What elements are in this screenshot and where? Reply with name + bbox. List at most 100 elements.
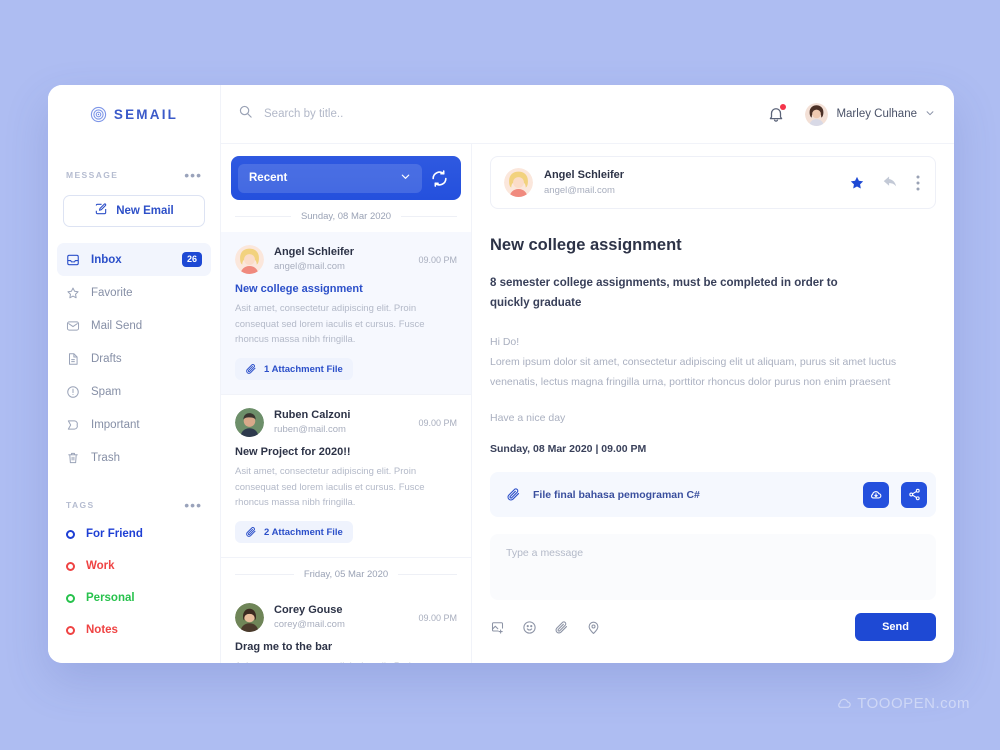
tag-label: Personal [86, 592, 135, 604]
sidebar-item-important[interactable]: Important [57, 408, 211, 441]
tag-list: For Friend Work Personal Notes [48, 518, 220, 646]
user-menu[interactable]: Marley Culhane [805, 102, 935, 126]
watermark-text: TOOOPEN.com [857, 695, 970, 712]
tag-item-notes[interactable]: Notes [57, 614, 211, 646]
ellipsis-icon[interactable]: ••• [184, 168, 202, 182]
notification-dot [780, 104, 787, 110]
sidebar-item-favorite[interactable]: Favorite [57, 276, 211, 309]
attachment-chip[interactable]: 1 Attachment File [235, 358, 353, 381]
sender-email: ruben@mail.com [274, 424, 346, 436]
tag-dot-icon [66, 625, 75, 635]
email-attachment-row: File final bahasa pemograman C# [490, 472, 936, 518]
sidebar: SEMAIL MESSAGE ••• New Email Inbox 26 Fa… [48, 85, 221, 663]
sender-email: angel@mail.com [544, 184, 615, 196]
list-item[interactable]: Ruben Calzoni ruben@mail.com 09.00 PM Ne… [221, 395, 471, 559]
list-item-sender: Ruben Calzoni ruben@mail.com [274, 408, 408, 436]
date-label: Friday, 05 Mar 2020 [303, 568, 389, 580]
chevron-down-icon [925, 105, 935, 123]
list-item-time: 09.00 PM [418, 254, 457, 265]
search-input[interactable] [264, 108, 524, 120]
notification-bell-button[interactable] [767, 104, 787, 123]
composer-placeholder: Type a message [506, 547, 584, 560]
inbox-badge: 26 [181, 252, 202, 267]
top-bar: Marley Culhane [221, 85, 954, 144]
watermark: TOOOPEN.com [836, 695, 970, 712]
sender-email: corey@mail.com [274, 619, 345, 631]
kebab-menu-icon[interactable] [916, 175, 920, 191]
sort-select[interactable]: Recent [238, 163, 422, 193]
star-filled-icon[interactable] [849, 175, 865, 191]
list-item-preview: Asit amet, consectetur adipiscing elit. … [235, 466, 425, 509]
tag-dot-icon [66, 593, 75, 603]
sidebar-nav: Inbox 26 Favorite Mail Send Drafts Spam … [48, 243, 220, 474]
send-button[interactable]: Send [855, 613, 936, 642]
new-email-button[interactable]: New Email [63, 195, 205, 227]
tags-section-title: TAGS [66, 500, 95, 510]
list-item-sender: Corey Gouse corey@mail.com [274, 603, 408, 631]
share-icon[interactable] [901, 481, 927, 508]
cloud-icon [838, 698, 851, 708]
paperclip-icon [245, 363, 257, 375]
reply-arrow-icon[interactable] [882, 174, 899, 191]
brand-name: SEMAIL [113, 107, 179, 122]
sort-select-value: Recent [249, 172, 288, 184]
star-icon [66, 286, 80, 300]
tag-item-work[interactable]: Work [57, 550, 211, 582]
list-item[interactable]: Corey Gouse corey@mail.com 09.00 PM Drag… [221, 590, 471, 663]
email-lede: 8 semester college assignments, must be … [490, 277, 838, 310]
list-item-header: Corey Gouse corey@mail.com 09.00 PM [235, 603, 457, 633]
avatar [235, 245, 264, 274]
list-item-subject: New college assignment [235, 283, 363, 295]
tag-label: Notes [86, 624, 118, 636]
location-pin-icon[interactable] [586, 620, 601, 635]
spiral-target-icon [90, 106, 107, 123]
new-email-label: New Email [116, 205, 174, 217]
email-timestamp: Sunday, 08 Mar 2020 | 09.00 PM [490, 443, 647, 456]
ellipsis-icon[interactable]: ••• [184, 498, 202, 512]
divider [235, 573, 294, 575]
paperclip-icon[interactable] [554, 620, 569, 635]
attachment-chip[interactable]: 2 Attachment File [235, 521, 353, 544]
search-bar[interactable] [238, 104, 757, 124]
sidebar-item-label: Spam [91, 385, 122, 398]
compose-pencil-icon [94, 202, 108, 221]
main-area: Marley Culhane Recent [221, 85, 954, 663]
composer-toolbar: Send [490, 613, 936, 642]
sender-name: Angel Schleifer [274, 246, 355, 259]
trash-icon [66, 451, 80, 465]
sidebar-item-drafts[interactable]: Drafts [57, 342, 211, 375]
chevron-down-icon [400, 169, 411, 187]
brand-logo[interactable]: SEMAIL [48, 85, 220, 144]
date-label: Sunday, 08 Mar 2020 [300, 210, 392, 222]
tag-item-personal[interactable]: Personal [57, 582, 211, 614]
alert-circle-icon [66, 385, 80, 399]
page-root: TOOOPEN.com SEMAIL MESSAGE ••• New Email… [0, 0, 1000, 750]
user-name: Marley Culhane [836, 108, 917, 120]
sidebar-item-inbox[interactable]: Inbox 26 [57, 243, 211, 276]
tag-dot-icon [66, 529, 75, 539]
message-composer[interactable]: Type a message [490, 534, 936, 601]
sidebar-item-trash[interactable]: Trash [57, 441, 211, 474]
email-closing: Have a nice day [490, 412, 566, 425]
date-separator: Friday, 05 Mar 2020 [221, 558, 471, 590]
search-icon [238, 104, 253, 124]
sidebar-item-spam[interactable]: Spam [57, 375, 211, 408]
add-image-icon[interactable] [490, 620, 505, 635]
tag-item-for-friend[interactable]: For Friend [57, 518, 211, 550]
list-item-header: Ruben Calzoni ruben@mail.com 09.00 PM [235, 408, 457, 438]
list-item-time: 09.00 PM [418, 417, 457, 428]
inbox-icon [66, 253, 80, 267]
emoji-icon[interactable] [522, 620, 537, 635]
email-subject: New college assignment [490, 236, 682, 254]
cloud-download-icon[interactable] [863, 481, 889, 508]
email-actions [849, 174, 920, 191]
sender-name: Angel Schleifer [544, 169, 625, 182]
refresh-button[interactable] [430, 169, 449, 188]
list-item-preview: Asit amet, consectetur adipiscing elit. … [235, 303, 425, 346]
sender-name: Ruben Calzoni [274, 409, 351, 422]
avatar [235, 408, 264, 438]
sidebar-item-label: Drafts [91, 352, 122, 365]
email-list: Sunday, 08 Mar 2020 Angel Schleifer ange… [221, 200, 471, 663]
sidebar-item-mail-send[interactable]: Mail Send [57, 309, 211, 342]
list-item[interactable]: Angel Schleifer angel@mail.com 09.00 PM … [221, 232, 471, 396]
